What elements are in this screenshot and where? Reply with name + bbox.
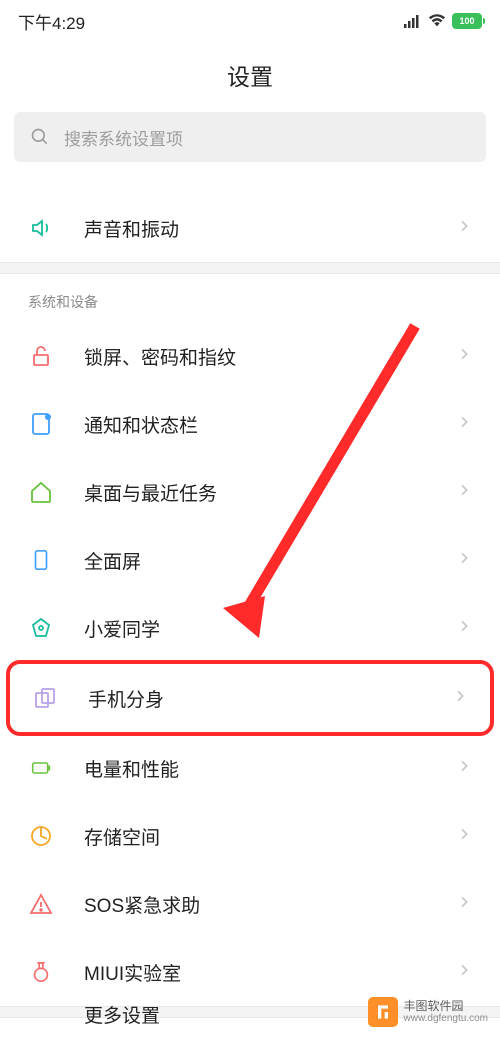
- item-sos[interactable]: SOS紧急求助: [0, 870, 500, 938]
- section-divider: [0, 262, 500, 274]
- status-right: 100: [404, 13, 482, 29]
- watermark-name: 丰图软件园: [404, 999, 489, 1013]
- item-desktop[interactable]: 桌面与最近任务: [0, 458, 500, 526]
- chevron-right-icon: [456, 482, 472, 503]
- item-lockscreen[interactable]: 锁屏、密码和指纹: [0, 322, 500, 390]
- item-phone-clone[interactable]: 手机分身: [10, 664, 490, 732]
- xiaoai-icon: [28, 615, 54, 641]
- item-notification[interactable]: 通知和状态栏: [0, 390, 500, 458]
- item-label: 通知和状态栏: [84, 411, 456, 438]
- item-sound-vibration[interactable]: 声音和振动: [0, 194, 500, 262]
- battery-icon: 100: [452, 13, 482, 29]
- watermark-logo-icon: [368, 997, 398, 1027]
- item-label: 声音和振动: [84, 215, 456, 242]
- chevron-right-icon: [456, 414, 472, 435]
- search-bar[interactable]: 搜索系统设置项: [14, 112, 486, 162]
- search-icon: [30, 127, 50, 147]
- wifi-icon: [428, 14, 446, 28]
- item-label: 手机分身: [88, 685, 452, 712]
- watermark: 丰图软件园 www.dgfengtu.com: [368, 997, 489, 1027]
- chevron-right-icon: [456, 346, 472, 367]
- highlight-annotation: 手机分身: [6, 660, 494, 736]
- item-label: 小爱同学: [84, 615, 456, 642]
- fullscreen-icon: [28, 547, 54, 573]
- section-header: 系统和设备: [0, 274, 500, 322]
- search-placeholder: 搜索系统设置项: [64, 125, 183, 150]
- item-label: 电量和性能: [84, 755, 456, 782]
- sos-icon: [28, 891, 54, 917]
- lab-icon: [28, 959, 54, 985]
- item-label: SOS紧急求助: [84, 891, 456, 918]
- lock-icon: [28, 343, 54, 369]
- item-storage[interactable]: 存储空间: [0, 802, 500, 870]
- signal-icon: [404, 14, 422, 28]
- status-time: 下午4:29: [18, 9, 85, 34]
- battery-perf-icon: [28, 755, 54, 781]
- clone-icon: [32, 685, 58, 711]
- home-icon: [28, 479, 54, 505]
- chevron-right-icon: [456, 962, 472, 983]
- item-label: 存储空间: [84, 823, 456, 850]
- chevron-right-icon: [456, 758, 472, 779]
- notification-icon: [28, 411, 54, 437]
- chevron-right-icon: [456, 618, 472, 639]
- partial-cut-top: [0, 172, 500, 194]
- item-label: 更多设置: [84, 1001, 160, 1028]
- chevron-right-icon: [456, 218, 472, 239]
- item-fullscreen[interactable]: 全面屏: [0, 526, 500, 594]
- item-label: 桌面与最近任务: [84, 479, 456, 506]
- page-title: 设置: [0, 42, 500, 112]
- item-label: MIUI实验室: [84, 959, 456, 986]
- watermark-url: www.dgfengtu.com: [404, 1013, 489, 1025]
- item-label: 锁屏、密码和指纹: [84, 343, 456, 370]
- item-label: 全面屏: [84, 547, 456, 574]
- status-bar: 下午4:29 100: [0, 0, 500, 42]
- item-xiaoai[interactable]: 小爱同学: [0, 594, 500, 662]
- chevron-right-icon: [456, 550, 472, 571]
- chevron-right-icon: [456, 894, 472, 915]
- storage-icon: [28, 823, 54, 849]
- sound-icon: [28, 215, 54, 241]
- item-battery[interactable]: 电量和性能: [0, 734, 500, 802]
- chevron-right-icon: [456, 826, 472, 847]
- chevron-right-icon: [452, 688, 468, 709]
